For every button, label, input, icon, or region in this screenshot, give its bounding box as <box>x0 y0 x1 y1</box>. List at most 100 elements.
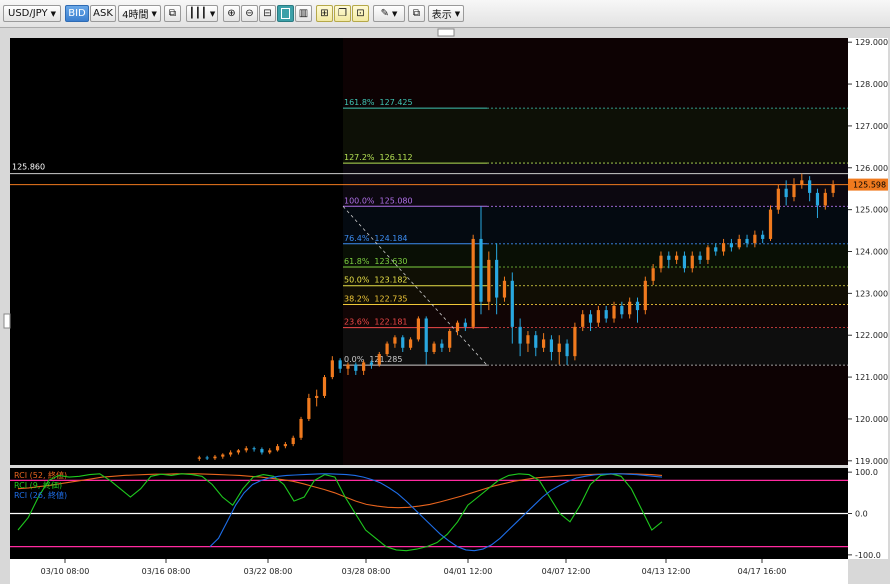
price-axis-label: 123.000 <box>855 289 888 298</box>
fib-level-value: 127.425 <box>380 98 413 107</box>
candle-body <box>714 247 718 252</box>
candle-body <box>651 268 655 281</box>
chevron-down-icon: ▼ <box>151 9 157 18</box>
candle-body <box>573 326 577 357</box>
candle-body <box>416 318 420 340</box>
price-chart[interactable]: 161.8% 127.425 127.2% 126.112 100.0% 125.080 7… <box>0 28 890 584</box>
candle-body <box>236 450 241 453</box>
candle-body <box>487 259 491 302</box>
window-icon[interactable]: ❐ <box>334 5 351 22</box>
candle-body <box>502 280 507 298</box>
ask-label: ASK <box>93 8 113 19</box>
candle-body <box>510 280 514 327</box>
timeframe-select[interactable]: 4時間 ▼ <box>118 5 161 22</box>
fib-level-label: 76.4% 124.184 <box>344 234 408 243</box>
display-menu[interactable]: 表示 ▼ <box>428 5 464 22</box>
candle-body <box>612 305 616 319</box>
candle-body <box>229 452 233 455</box>
candle-body <box>307 398 311 419</box>
candle-body <box>604 310 608 319</box>
fib-level-percent: 76.4% <box>344 234 370 243</box>
candle-body <box>698 255 702 260</box>
save-icon[interactable]: ⊡ <box>352 5 369 22</box>
candle-body <box>440 343 444 348</box>
candle-body <box>252 448 256 450</box>
split-icon[interactable]: ▥ <box>295 5 312 22</box>
candle-body <box>322 377 327 396</box>
symbol-select[interactable]: USD/JPY ▼ <box>3 5 61 22</box>
candle-body <box>526 335 530 344</box>
time-axis-label: 04/17 16:00 <box>738 567 787 576</box>
fib-level-label: 50.0% 123.182 <box>344 276 408 285</box>
candle-body <box>268 450 272 453</box>
candle-body <box>588 314 593 323</box>
candle-body <box>275 446 280 451</box>
candle-body <box>729 243 733 248</box>
new-chart-icon[interactable]: ⊞ <box>316 5 333 22</box>
fib-level-value: 123.182 <box>374 276 407 285</box>
price-axis-label: 121.000 <box>855 373 888 382</box>
candle-body <box>197 457 201 459</box>
fib-level-label: 61.8% 123.630 <box>344 257 408 266</box>
candle-body <box>706 247 710 260</box>
time-axis-label: 04/01 12:00 <box>444 567 493 576</box>
rci-axis-label: -100.0 <box>855 551 881 560</box>
candle-body <box>283 444 287 447</box>
candle-body <box>385 343 389 355</box>
candle-body <box>534 335 538 348</box>
fib-zone <box>343 266 848 286</box>
fib-level-value: 124.184 <box>374 234 407 243</box>
candle-body <box>635 301 640 311</box>
price-axis-label: 120.000 <box>855 415 888 424</box>
fib-level-label: 38.2% 122.735 <box>344 294 408 303</box>
price-axis-label: 122.000 <box>855 331 888 340</box>
display-label: 表示 <box>431 10 452 21</box>
popout-icon[interactable]: ⧉ <box>408 5 425 22</box>
price-axis-label: 124.000 <box>855 248 888 257</box>
copy-icon[interactable]: ⧉ <box>164 5 181 22</box>
rci-legend-label: RCI (26, 終値) <box>14 490 67 500</box>
fib-level-value: 122.181 <box>374 318 407 327</box>
time-axis-label: 03/28 08:00 <box>342 567 391 576</box>
fib-level-percent: 161.8% <box>344 98 375 107</box>
fit-icon[interactable]: ⊟ <box>259 5 276 22</box>
bar-type-icon[interactable]: ┃┃┃ ▼ <box>186 5 218 22</box>
fib-level-value: 123.630 <box>374 257 407 266</box>
fib-zone <box>343 206 848 244</box>
chart-toolbar: USD/JPY ▼ BID ASK 4時間 ▼ ⧉ ┃┃┃ ▼ ⊕ ⊖ ⊟ ▥ ⊞ ❐… <box>0 0 890 28</box>
candle-body <box>721 243 726 252</box>
candle-body <box>792 184 796 198</box>
fib-zone-top <box>343 38 848 109</box>
candle-body <box>495 259 499 298</box>
time-axis-label: 04/07 12:00 <box>542 567 591 576</box>
candle-body <box>565 343 569 357</box>
candle-body <box>581 314 585 327</box>
candle-body <box>424 318 428 352</box>
candle-body <box>260 449 264 453</box>
bid-button[interactable]: BID <box>65 5 89 22</box>
fib-level-value: 121.285 <box>369 355 402 364</box>
current-price-label: 125.598 <box>853 181 886 190</box>
candle-body <box>768 209 773 239</box>
candle-body <box>479 238 483 302</box>
bid-label: BID <box>68 8 86 19</box>
price-axis <box>848 38 888 559</box>
price-axis-label: 126.000 <box>855 164 888 173</box>
chevron-down-icon: ▼ <box>454 9 461 18</box>
pen-icon[interactable]: ✎ ▼ <box>373 5 405 22</box>
candle-body <box>315 395 319 399</box>
time-axis-label: 04/13 12:00 <box>642 567 691 576</box>
rci-legend-label: RCI (9, 終価) <box>14 480 62 490</box>
panel-icon[interactable] <box>277 5 294 22</box>
candle-body <box>471 238 475 327</box>
candle-body <box>659 255 663 269</box>
zoom-in-icon[interactable]: ⊕ <box>223 5 240 22</box>
candle-body <box>815 192 820 206</box>
time-axis-label: 03/16 08:00 <box>142 567 191 576</box>
candle-body <box>354 364 358 371</box>
time-axis-label: 03/10 08:00 <box>41 567 90 576</box>
fib-level-label: 0.0% 121.285 <box>344 355 402 364</box>
candle-body <box>369 362 374 365</box>
zoom-out-icon[interactable]: ⊖ <box>241 5 258 22</box>
ask-button[interactable]: ASK <box>90 5 116 22</box>
